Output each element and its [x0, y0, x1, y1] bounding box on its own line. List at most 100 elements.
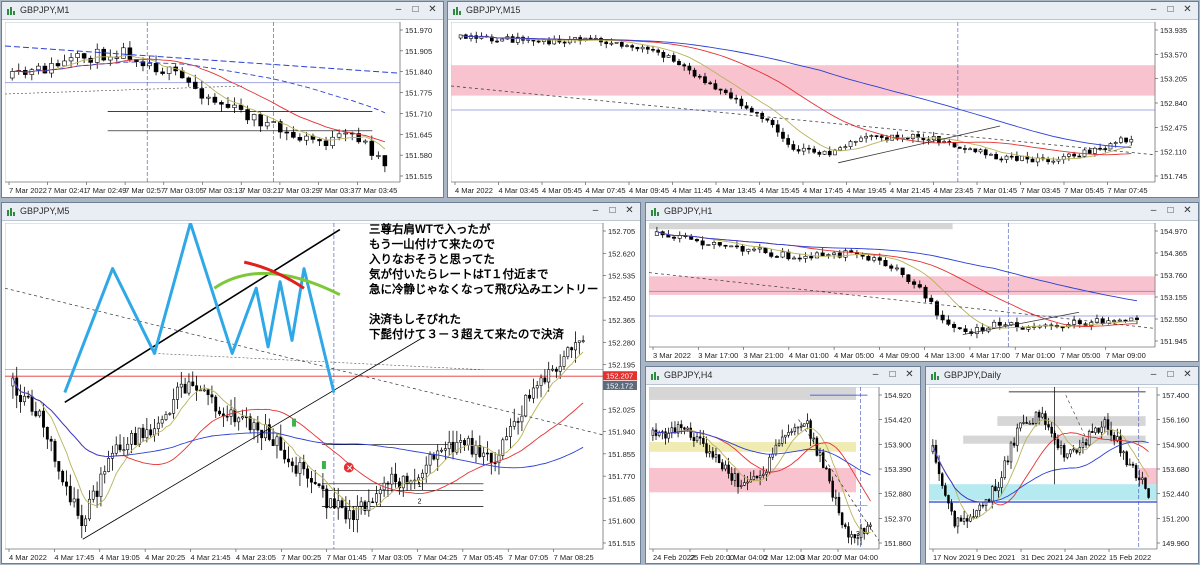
minimize-button[interactable]: –	[392, 4, 405, 17]
candle	[183, 383, 187, 394]
time-label: 7 Mar 02:49	[86, 186, 126, 195]
maximize-button[interactable]: □	[606, 205, 619, 218]
maximize-button[interactable]: □	[1164, 369, 1177, 382]
price-label: 152.880	[884, 490, 911, 499]
candle	[651, 49, 655, 51]
candle	[866, 255, 871, 261]
candle	[137, 427, 141, 445]
candle	[682, 64, 687, 67]
candle	[640, 46, 645, 50]
candle	[1103, 148, 1108, 150]
candle	[814, 252, 819, 259]
window-titlebar[interactable]: GBPJPY,H4 – □ ✕	[646, 367, 920, 385]
maximize-button[interactable]: □	[886, 369, 899, 382]
time-label: 7 Mar 01:00	[1015, 351, 1055, 360]
candle	[68, 485, 72, 503]
candle	[864, 135, 869, 139]
chart-window-m15[interactable]: GBPJPY,M15 – □ ✕ 153.935 153.570 153.205 15…	[447, 1, 1199, 198]
minimize-button[interactable]: –	[1147, 4, 1160, 17]
chart-window-m5[interactable]: GBPJPY,M5 – □ ✕ 152.705 152.620 152.535 152…	[1, 202, 641, 564]
window-titlebar[interactable]: GBPJPY,Daily – □ ✕	[926, 367, 1198, 385]
candle	[355, 505, 359, 520]
candle	[459, 440, 463, 443]
chart-window-daily[interactable]: GBPJPY,Daily – □ ✕ 157.400 156.160 154.900…	[925, 366, 1199, 564]
window-titlebar[interactable]: GBPJPY,M15 – □ ✕	[448, 2, 1198, 20]
price-label: 152.365	[608, 316, 635, 325]
candle	[1031, 422, 1035, 425]
candle	[160, 71, 165, 74]
candle	[894, 267, 899, 270]
candle	[554, 368, 558, 372]
close-button[interactable]: ✕	[903, 369, 916, 382]
chart-window-h1[interactable]: GBPJPY,H1 – □ ✕ 154.970 154.365 153.760 153…	[645, 202, 1199, 362]
maximize-button[interactable]: □	[1164, 4, 1177, 17]
minimize-button[interactable]: –	[1147, 369, 1160, 382]
maximize-button[interactable]: □	[1164, 205, 1177, 218]
price-label: 152.450	[608, 294, 635, 303]
time-label: 9 Dec 2021	[977, 553, 1015, 562]
chart-window-h4[interactable]: GBPJPY,H4 – □ ✕ 154.920 154.420 153.900 153…	[645, 366, 921, 564]
maximize-button[interactable]: □	[409, 4, 422, 17]
minimize-button[interactable]: –	[869, 369, 882, 382]
candle	[837, 496, 841, 514]
minimize-button[interactable]: –	[1147, 205, 1160, 218]
candle	[853, 140, 858, 143]
candle	[994, 486, 997, 492]
candle	[765, 118, 770, 121]
candle	[1030, 158, 1035, 163]
close-button[interactable]: ✕	[1181, 4, 1194, 17]
window-titlebar[interactable]: GBPJPY,M5 – □ ✕	[2, 203, 640, 221]
candle	[717, 454, 721, 463]
candle	[1050, 426, 1053, 434]
candle	[900, 267, 905, 276]
candle	[796, 426, 800, 429]
price-label: 151.745	[1160, 172, 1187, 181]
minimize-button[interactable]: –	[589, 205, 602, 218]
candle	[95, 490, 99, 497]
candle	[981, 504, 985, 507]
candle	[670, 427, 674, 434]
candle	[394, 473, 398, 483]
window-titlebar[interactable]: GBPJPY,M1 – □ ✕	[2, 2, 443, 20]
candle	[53, 440, 57, 462]
close-button[interactable]: ✕	[623, 205, 636, 218]
candle	[1062, 445, 1066, 458]
candle	[206, 96, 211, 99]
price-chart[interactable]: 153.935 153.570 153.205 152.840 152.475 152.1…	[451, 22, 1197, 196]
price-chart[interactable]: 151.970 151.905 151.840 151.775 151.710 151.6…	[5, 22, 442, 196]
window-titlebar[interactable]: GBPJPY,H1 – □ ✕	[646, 203, 1198, 221]
candle	[1047, 424, 1050, 428]
candle	[526, 39, 531, 41]
candle	[1081, 442, 1085, 448]
price-chart[interactable]: 154.970 154.365 153.760 153.155 152.550 151.9…	[649, 223, 1197, 361]
candle	[294, 465, 298, 474]
note-line: 気が付いたらレートはT１付近まで	[369, 269, 549, 281]
candle	[769, 252, 774, 257]
close-button[interactable]: ✕	[1181, 205, 1194, 218]
candle	[147, 63, 152, 67]
price-chart[interactable]: 154.920 154.420 153.900 153.390 152.880 152.3…	[649, 387, 919, 563]
chart-icon	[651, 208, 659, 216]
candle	[500, 38, 505, 42]
candle	[952, 323, 957, 328]
candle	[796, 149, 801, 152]
candle	[635, 46, 640, 50]
candle	[340, 500, 344, 508]
candle	[290, 461, 294, 466]
price-label: 151.855	[608, 450, 635, 459]
time-label: 17 Nov 2021	[933, 553, 976, 562]
candle	[566, 347, 570, 357]
candle	[133, 433, 137, 445]
close-button[interactable]: ✕	[1181, 369, 1194, 382]
candle	[375, 493, 378, 503]
price-label: 152.440	[1162, 490, 1189, 499]
candle	[672, 236, 677, 239]
price-chart[interactable]: 157.400 156.160 154.900 153.680 152.440 151.2…	[929, 387, 1197, 563]
chart-window-m1[interactable]: GBPJPY,M1 – □ ✕ 151.970 151.905 151.840 151…	[1, 1, 444, 198]
time-label: 7 Mar 08:25	[554, 553, 594, 562]
close-button[interactable]: ✕	[426, 4, 439, 17]
candle	[447, 441, 451, 449]
tp-label: 2	[418, 498, 422, 505]
candle	[1131, 463, 1135, 466]
candle	[817, 151, 822, 155]
